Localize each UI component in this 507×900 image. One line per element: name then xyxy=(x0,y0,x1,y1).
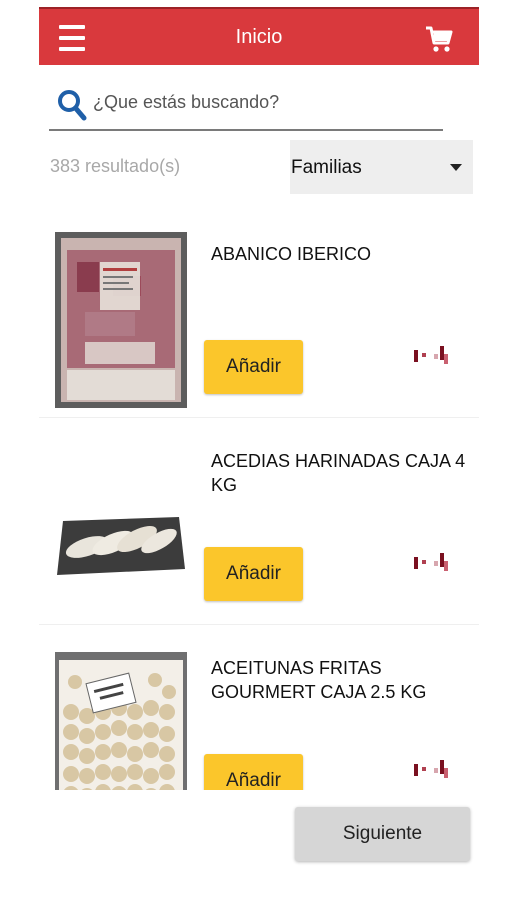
family-filter-label: Familias xyxy=(291,157,362,178)
product-name: ABANICO IBERICO xyxy=(211,244,372,264)
list-divider xyxy=(39,417,479,418)
product-item: ACEITUNAS FRITAS GOURMERT CAJA 2.5 KG Añ… xyxy=(39,626,479,790)
product-name: ACEDIAS HARINADAS CAJA 4 KG xyxy=(211,451,466,495)
next-page-button[interactable]: Siguiente xyxy=(295,807,470,861)
product-item: ACEDIAS HARINADAS CAJA 4 KG Añadir xyxy=(39,419,479,625)
add-to-cart-button[interactable]: Añadir xyxy=(204,547,303,601)
product-list: ABANICO IBERICO Añadir ACEDIAS HARINADAS… xyxy=(39,212,479,790)
page-title: Inicio xyxy=(235,26,283,48)
list-divider xyxy=(39,624,479,625)
product-badge-icon xyxy=(414,760,448,778)
results-count: 383 resultado(s) xyxy=(50,156,181,176)
product-badge-icon xyxy=(414,553,448,571)
family-filter-select[interactable]: Familias xyxy=(290,140,473,194)
search-icon[interactable] xyxy=(57,89,87,121)
dropdown-arrow-icon xyxy=(450,164,462,171)
app-screen: Inicio 383 resultado(s) Familias xyxy=(39,7,479,887)
search-input[interactable] xyxy=(93,87,433,117)
search-bar xyxy=(49,83,443,131)
product-name: ACEITUNAS FRITAS GOURMERT CAJA 2.5 KG xyxy=(211,658,427,702)
product-image xyxy=(55,232,187,408)
product-image xyxy=(55,652,187,790)
top-app-bar: Inicio xyxy=(39,7,479,65)
add-to-cart-button[interactable]: Añadir xyxy=(204,340,303,394)
product-item: ABANICO IBERICO Añadir xyxy=(39,212,479,418)
add-to-cart-button[interactable]: Añadir xyxy=(204,754,303,790)
cart-icon[interactable] xyxy=(424,24,454,54)
product-badge-icon xyxy=(414,346,448,364)
product-image xyxy=(55,441,187,617)
